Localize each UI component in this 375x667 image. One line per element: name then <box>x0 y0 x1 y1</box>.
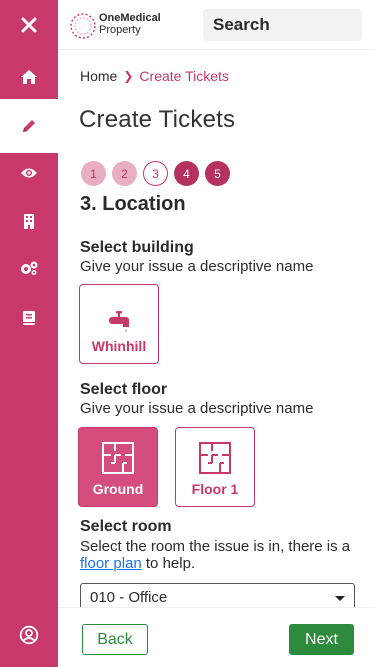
logo-icon[interactable] <box>68 11 98 41</box>
top-bar: OneMedical Property <box>58 0 375 50</box>
floor-option-label: Ground <box>92 481 144 497</box>
breadcrumb: Home ❯ Create Tickets <box>80 67 229 85</box>
close-icon <box>21 17 37 33</box>
book-icon <box>23 311 35 325</box>
step-1[interactable]: 1 <box>81 161 106 186</box>
eye-icon <box>21 168 37 178</box>
floor-help: Give your issue a descriptive name <box>80 400 314 417</box>
sidebar-item-create-tickets[interactable] <box>0 99 58 153</box>
floorplan-icon <box>102 442 134 474</box>
caret-down-icon <box>335 596 345 601</box>
step-indicator: 1 2 3 4 5 <box>81 161 230 186</box>
breadcrumb-current: Create Tickets <box>139 68 229 84</box>
sidebar <box>0 0 58 667</box>
tap-icon <box>109 311 129 332</box>
step-2[interactable]: 2 <box>112 161 137 186</box>
section-title: 3. Location <box>80 193 186 215</box>
sidebar-item-buildings[interactable] <box>0 196 58 246</box>
brand-line-2: Property <box>99 24 141 36</box>
user-circle-icon <box>19 625 39 645</box>
brand-name: OneMedical Property <box>99 12 161 36</box>
room-label: Select room <box>80 518 172 535</box>
building-icon <box>24 214 34 229</box>
building-help: Give your issue a descriptive name <box>80 258 314 275</box>
bottom-bar: Back Next <box>58 607 375 667</box>
step-4[interactable]: 4 <box>174 161 199 186</box>
search-input[interactable] <box>203 9 362 41</box>
sidebar-item-profile[interactable] <box>0 610 58 660</box>
sidebar-item-home[interactable] <box>0 52 58 102</box>
floor-label: Select floor <box>80 381 168 398</box>
room-help-text-end: to help. <box>141 555 196 572</box>
sidebar-item-settings[interactable] <box>0 243 58 293</box>
gears-icon <box>21 261 38 275</box>
building-option-label: Whinhill <box>91 338 147 354</box>
step-5[interactable]: 5 <box>205 161 230 186</box>
room-select-value: 010 - Office <box>90 589 168 606</box>
home-icon <box>21 70 37 84</box>
floor-option-label: Floor 1 <box>191 481 239 497</box>
brand-line-1: OneMedical <box>99 12 161 24</box>
pencil-icon <box>23 120 35 132</box>
room-help-text: Select the room the issue is in, there i… <box>80 538 351 555</box>
close-button[interactable] <box>0 0 58 50</box>
floor-option-ground[interactable]: Ground <box>78 427 158 507</box>
floor-option-floor-1[interactable]: Floor 1 <box>175 427 255 507</box>
next-button[interactable]: Next <box>289 624 354 655</box>
chevron-right-icon: ❯ <box>123 69 134 83</box>
building-option-whinhill[interactable]: Whinhill <box>79 284 159 364</box>
building-label: Select building <box>80 239 194 256</box>
back-button[interactable]: Back <box>82 624 148 655</box>
step-3[interactable]: 3 <box>143 161 168 186</box>
room-help: Select the room the issue is in, there i… <box>80 538 360 572</box>
breadcrumb-home-link[interactable]: Home <box>80 67 117 85</box>
sidebar-item-view[interactable] <box>0 148 58 198</box>
sidebar-item-docs[interactable] <box>0 293 58 343</box>
floor-plan-link[interactable]: floor plan <box>80 555 142 572</box>
page-title: Create Tickets <box>79 106 236 133</box>
floorplan-icon <box>199 442 231 474</box>
